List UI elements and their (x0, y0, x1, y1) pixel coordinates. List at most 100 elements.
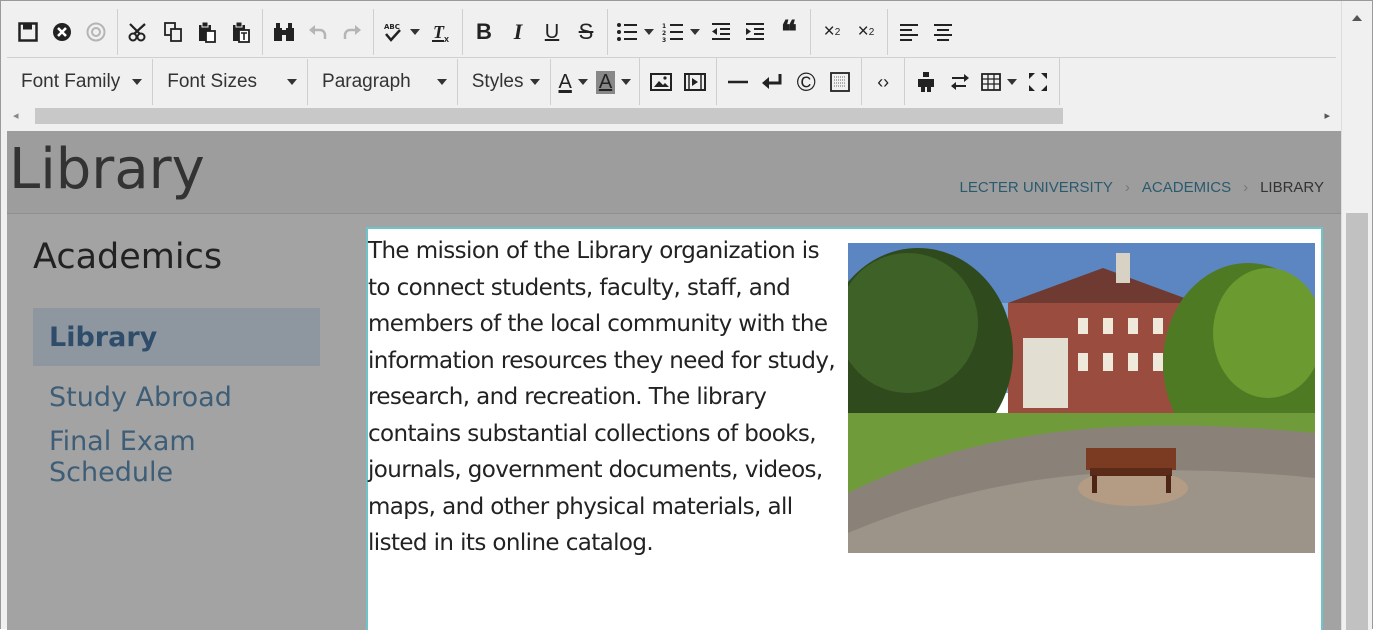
text-color-icon[interactable]: A (555, 65, 592, 99)
numbered-list-icon[interactable]: 123 (658, 15, 704, 49)
font-family-select[interactable]: Font Family (7, 59, 154, 105)
toolbar-group-media (640, 58, 718, 106)
paragraph-caret-icon (436, 79, 447, 85)
underline-icon[interactable]: U (535, 15, 569, 49)
remove-format-icon[interactable]: Tx (424, 15, 458, 49)
source-code-icon[interactable]: ‹› (866, 65, 900, 99)
sidenav-heading: Academics (33, 237, 223, 277)
toolbar-group-clipboard (118, 9, 263, 55)
find-replace-icon[interactable] (267, 15, 301, 49)
toolbar-group-text: B I U S (463, 9, 608, 55)
page-header: Library LECTER UNIVERSITY › ACADEMICS › … (7, 131, 1344, 214)
blockquote-icon[interactable]: ❝ (772, 15, 806, 50)
ltr-rtl-icon[interactable] (943, 65, 977, 99)
font-sizes-label: Font Sizes (167, 71, 258, 92)
italic-icon[interactable]: I (501, 15, 535, 49)
font-sizes-caret-icon (287, 79, 298, 85)
background-color-caret-icon (621, 79, 632, 85)
page-title: Library (9, 137, 205, 202)
bold-icon[interactable]: B (467, 15, 501, 49)
superscript-icon[interactable]: × 2 (815, 15, 849, 49)
library-building-photo[interactable] (848, 243, 1315, 553)
vertical-scrollbar[interactable] (1341, 1, 1372, 630)
scroll-left-icon[interactable]: ◂ (13, 109, 19, 122)
breadcrumb-separator-icon: › (1243, 179, 1249, 196)
horizontal-scroll-thumb[interactable] (35, 108, 1063, 124)
numbered-list-caret-icon (690, 29, 700, 35)
scroll-up-icon[interactable] (1352, 15, 1362, 21)
subscript-icon[interactable]: × 2 (849, 15, 883, 49)
toolbar-group-tools (905, 58, 1061, 106)
cut-icon[interactable] (122, 15, 156, 49)
side-navigation: Academics Library Study Abroad Final Exa… (7, 215, 352, 630)
table-caret-icon (1007, 79, 1018, 85)
background-color-icon[interactable]: A (592, 65, 635, 99)
vertical-scroll-thumb[interactable] (1346, 213, 1368, 630)
breadcrumb-item-current: LIBRARY (1260, 179, 1324, 196)
spellcheck-caret-icon (410, 29, 420, 35)
editor-window: ABC Tx B I U S 123 ❝ × 2 × 2 Font Family… (0, 0, 1373, 630)
toolbar-group-history (263, 9, 374, 55)
toolbar-row-2: Font Family Font Sizes Paragraph Styles … (7, 57, 1336, 106)
horizontal-rule-icon[interactable] (721, 65, 755, 99)
sidenav-item-study-abroad[interactable]: Study Abroad (33, 368, 320, 426)
svg-text:1: 1 (662, 23, 666, 30)
insert-media-icon[interactable] (678, 65, 712, 99)
spellcheck-icon[interactable]: ABC (378, 15, 424, 49)
undo-icon[interactable] (301, 15, 335, 49)
horizontal-scrollbar[interactable]: ◂ ▸ (7, 105, 1336, 127)
align-center-icon[interactable] (926, 15, 960, 49)
table-icon[interactable] (977, 65, 1021, 99)
svg-text:ABC: ABC (384, 23, 400, 31)
breadcrumb: LECTER UNIVERSITY › ACADEMICS › LIBRARY (960, 179, 1324, 196)
toolbar-group-spell: ABC Tx (374, 9, 463, 55)
sidenav-item-final-exam-schedule[interactable]: Final Exam Schedule (33, 426, 320, 488)
paste-text-icon[interactable] (224, 15, 258, 49)
outdent-icon[interactable] (704, 15, 738, 49)
indent-icon[interactable] (738, 15, 772, 49)
paste-icon[interactable] (190, 15, 224, 49)
strikethrough-icon[interactable]: S (569, 15, 603, 49)
insert-image-icon[interactable] (644, 65, 678, 99)
svg-text:x: x (444, 34, 449, 43)
bullet-list-icon[interactable] (612, 15, 658, 49)
page-preview: Library LECTER UNIVERSITY › ACADEMICS › … (7, 131, 1344, 630)
styles-caret-icon (529, 79, 540, 85)
copy-icon[interactable] (156, 15, 190, 49)
svg-text:3: 3 (662, 37, 666, 42)
paragraph-label: Paragraph (322, 71, 411, 92)
line-break-icon[interactable] (755, 65, 789, 99)
toolbar-group-color: A A (551, 58, 641, 106)
svg-text:2: 2 (662, 30, 666, 37)
toolbar-group-file (7, 9, 118, 55)
close-doc-icon[interactable] (45, 15, 79, 49)
bullet-list-caret-icon (644, 29, 654, 35)
breadcrumb-item-academics[interactable]: ACADEMICS (1142, 179, 1231, 196)
special-character-icon[interactable]: © (789, 65, 823, 99)
help-icon[interactable] (79, 15, 113, 49)
save-icon[interactable] (11, 15, 45, 49)
toolbar-group-align (888, 9, 964, 55)
fullscreen-icon[interactable] (1021, 65, 1055, 99)
sidenav-item-library[interactable]: Library (33, 308, 320, 366)
anchor-icon[interactable] (909, 65, 943, 99)
toolbar-group-script: × 2 × 2 (811, 9, 888, 55)
breadcrumb-item-university[interactable]: LECTER UNIVERSITY (960, 179, 1113, 196)
content-editable-area[interactable]: The mission of the Library organization … (366, 227, 1323, 630)
scroll-right-icon[interactable]: ▸ (1324, 109, 1330, 122)
toolbar-group-code: ‹› (862, 58, 906, 106)
styles-select[interactable]: Styles (458, 59, 551, 105)
font-sizes-select[interactable]: Font Sizes (153, 59, 309, 105)
toolbar-row-1: ABC Tx B I U S 123 ❝ × 2 × 2 (7, 9, 1336, 55)
styles-label: Styles (471, 71, 524, 92)
toolbar-group-lists: 123 ❝ (608, 9, 811, 55)
redo-icon[interactable] (335, 15, 369, 49)
font-family-label: Font Family (21, 71, 121, 92)
align-left-icon[interactable] (892, 15, 926, 49)
template-icon[interactable] (823, 65, 857, 99)
content-paragraph[interactable]: The mission of the Library organization … (368, 233, 846, 562)
toolbar-group-insert: © (717, 58, 863, 106)
text-color-caret-icon (577, 79, 588, 85)
paragraph-select[interactable]: Paragraph (308, 59, 458, 105)
breadcrumb-separator-icon: › (1124, 179, 1130, 196)
